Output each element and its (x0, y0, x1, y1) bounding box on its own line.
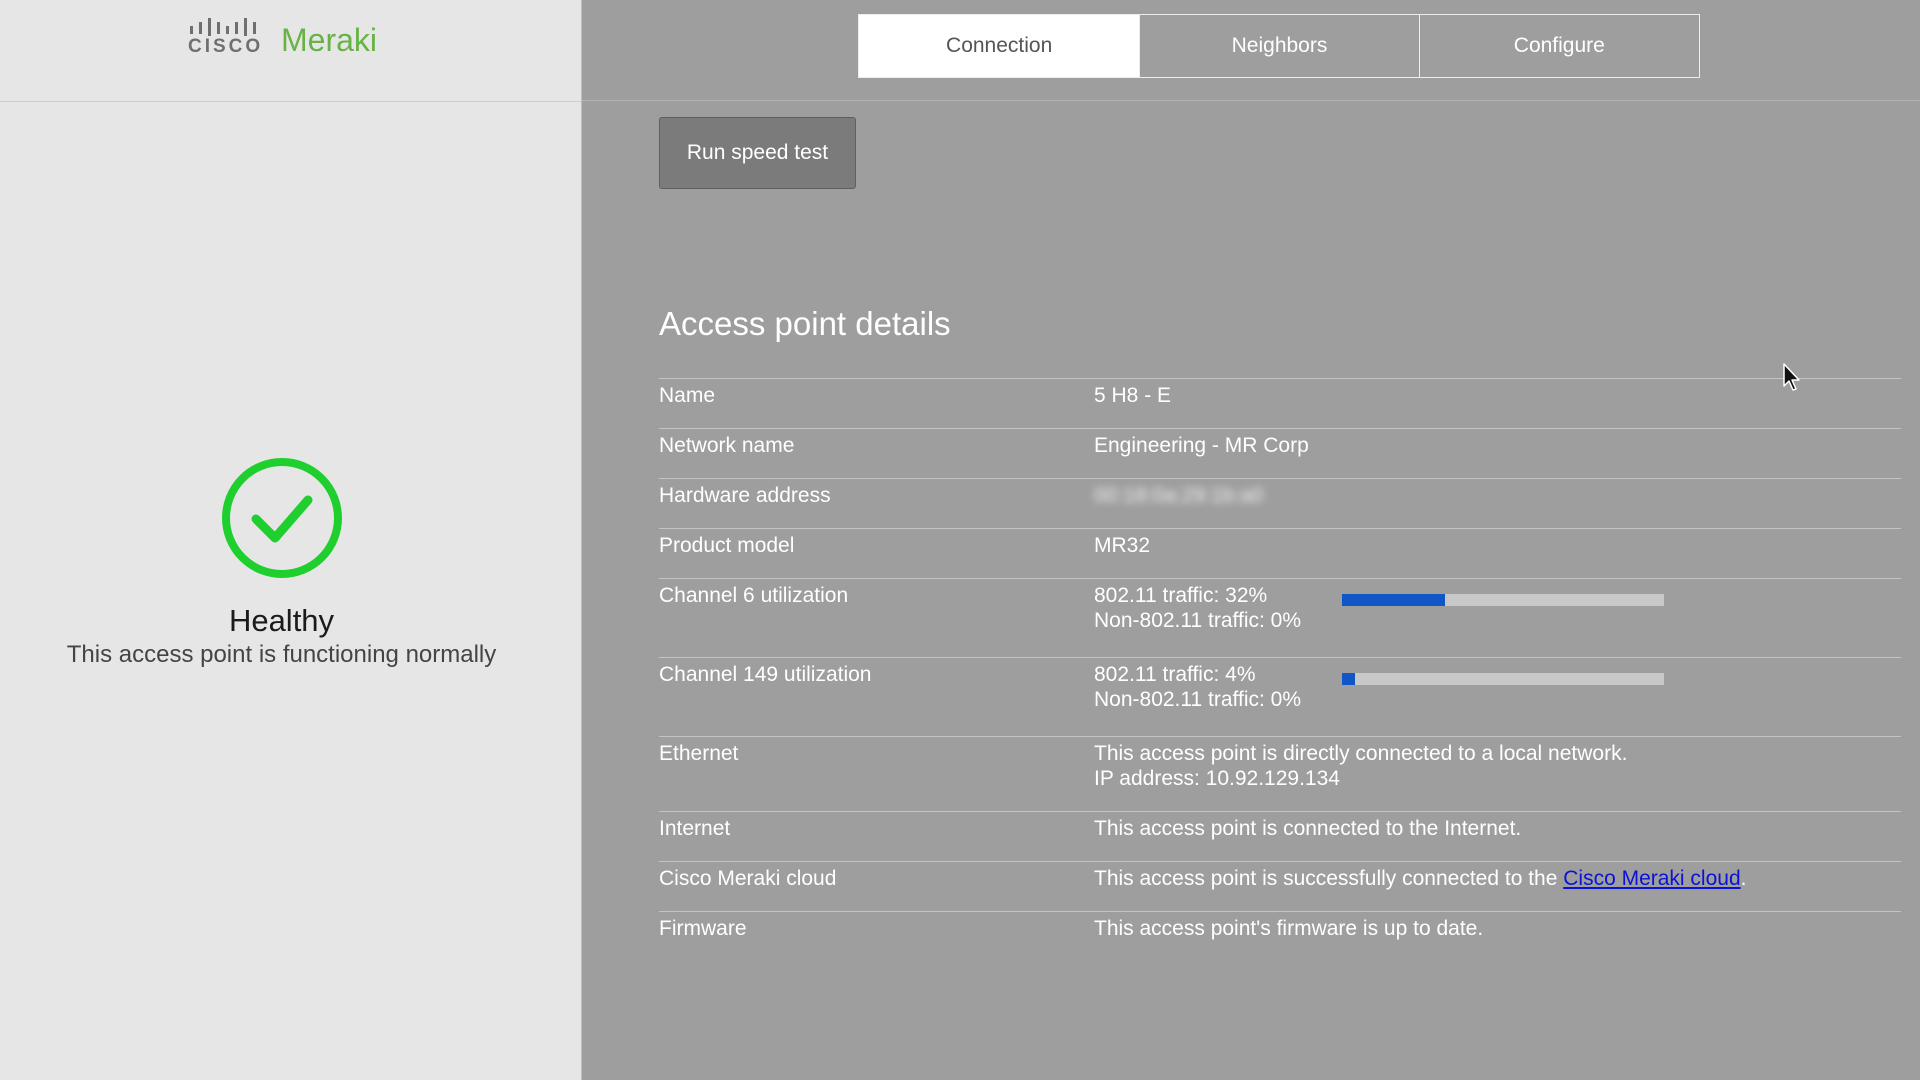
detail-row-cloud: Cisco Meraki cloud This access point is … (659, 861, 1901, 911)
tab-configure[interactable]: Configure (1420, 15, 1699, 77)
detail-row-model: Product model MR32 (659, 528, 1901, 578)
status-title: Healthy (228, 603, 335, 638)
wifi-traffic-text: 802.11 traffic: 32% (1094, 584, 1268, 607)
hardware-address-value: 00:18:0a:29:1b:a0 (1094, 484, 1264, 507)
detail-label: Product model (659, 534, 795, 557)
detail-label: Network name (659, 434, 795, 457)
cloud-status-text: This access point is successfully connec… (1094, 867, 1564, 890)
tab-neighbors[interactable]: Neighbors (1140, 15, 1420, 77)
detail-row-internet: Internet This access point is connected … (659, 811, 1901, 861)
detail-value: Engineering - MR Corp (1094, 434, 1309, 457)
detail-label: Cisco Meraki cloud (659, 867, 837, 890)
run-speed-test-button[interactable]: Run speed test (659, 117, 856, 189)
cisco-logo: CISCO (188, 16, 260, 58)
detail-value: MR32 (1094, 534, 1151, 557)
non-wifi-traffic-text: Non-802.11 traffic: 0% (1094, 688, 1302, 711)
detail-value: 5 H8 - E (1094, 384, 1172, 407)
cisco-meraki-cloud-link[interactable]: Cisco Meraki cloud (1563, 867, 1740, 890)
cloud-status-suffix: . (1740, 867, 1747, 890)
bar-fill (1342, 673, 1355, 685)
cisco-bars-icon (190, 18, 256, 36)
brand-header: CISCO Meraki (0, 0, 581, 102)
top-bar: Connection Neighbors Configure (582, 0, 1920, 101)
detail-row-channel-6: Channel 6 utilization 802.11 traffic: 32… (659, 578, 1901, 657)
detail-value: This access point's firmware is up to da… (1094, 917, 1484, 940)
detail-row-ethernet: Ethernet This access point is directly c… (659, 736, 1901, 811)
channel-149-utilization-bar (1342, 673, 1664, 685)
detail-label: Internet (659, 817, 731, 840)
detail-row-channel-149: Channel 149 utilization 802.11 traffic: … (659, 657, 1901, 736)
detail-label: Firmware (659, 917, 747, 940)
check-circle-icon (222, 458, 342, 578)
non-wifi-traffic-text: Non-802.11 traffic: 0% (1094, 609, 1302, 632)
status-description: This access point is functioning normall… (66, 641, 497, 668)
section-title: Access point details (659, 305, 951, 342)
detail-row-firmware: Firmware This access point's firmware is… (659, 911, 1901, 961)
detail-row-network: Network name Engineering - MR Corp (659, 428, 1901, 478)
detail-row-name: Name 5 H8 - E (659, 378, 1901, 428)
detail-label: Hardware address (659, 484, 831, 507)
detail-label: Channel 149 utilization (659, 663, 872, 686)
meraki-wordmark: Meraki (281, 22, 378, 58)
channel-6-utilization-bar (1342, 594, 1664, 606)
ip-address-text: IP address: 10.92.129.134 (1094, 767, 1340, 790)
detail-label: Channel 6 utilization (659, 584, 849, 607)
wifi-traffic-text: 802.11 traffic: 4% (1094, 663, 1256, 686)
detail-value: This access point is connected to the In… (1094, 817, 1522, 840)
access-point-details-table: Name 5 H8 - E Network name Engineering -… (659, 378, 1901, 961)
tab-connection[interactable]: Connection (859, 15, 1141, 77)
detail-label: Name (659, 384, 716, 407)
mouse-cursor-icon (1783, 363, 1800, 391)
ethernet-status-text: This access point is directly connected … (1094, 742, 1628, 765)
detail-label: Ethernet (659, 742, 739, 765)
tab-bar: Connection Neighbors Configure (858, 14, 1700, 78)
status-sidebar: CISCO Meraki Healthy This access point i… (0, 0, 582, 1080)
cisco-wordmark: CISCO (188, 36, 264, 57)
detail-row-hardware: Hardware address 00:18:0a:29:1b:a0 (659, 478, 1901, 528)
bar-fill (1342, 594, 1446, 606)
